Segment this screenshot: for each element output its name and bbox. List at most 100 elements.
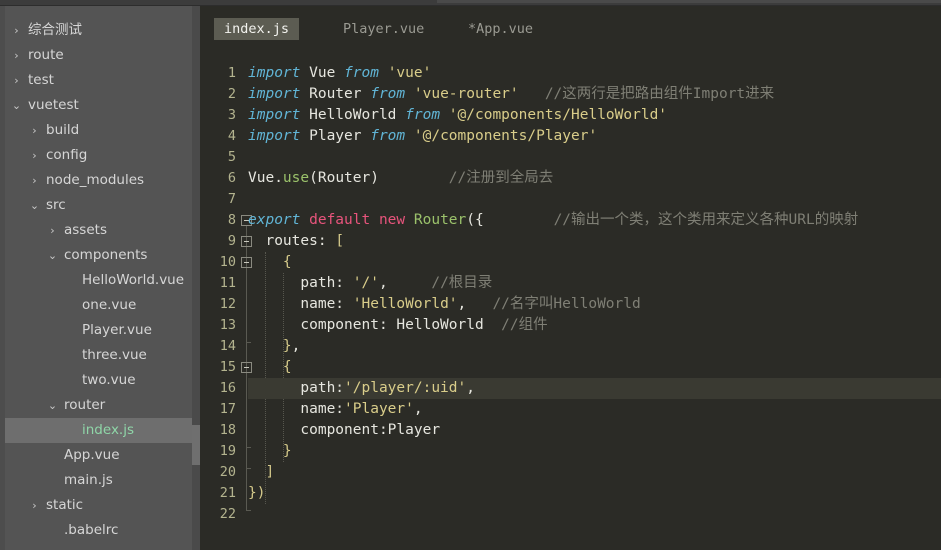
sidebar-scrollbar-thumb[interactable] bbox=[192, 425, 200, 465]
tree-item-route[interactable]: › route bbox=[0, 43, 200, 68]
chevron-right-icon[interactable]: › bbox=[46, 218, 59, 243]
code-line[interactable]: 11 path: '/', //根目录 bbox=[200, 273, 941, 294]
tree-item-label: router bbox=[64, 397, 106, 413]
tree-item-build[interactable]: › build bbox=[0, 118, 200, 143]
editor-tab-index.js[interactable]: index.js bbox=[214, 18, 300, 40]
chevron-down-icon[interactable]: ⌄ bbox=[46, 243, 59, 268]
editor-tab-App.vue[interactable]: *App.vue bbox=[458, 18, 543, 40]
code-token: routes: bbox=[248, 233, 336, 249]
tree-item-label: App.vue bbox=[64, 447, 120, 463]
chevron-right-icon[interactable]: › bbox=[28, 118, 41, 143]
chevron-down-icon[interactable]: ⌄ bbox=[28, 193, 41, 218]
tree-item-static[interactable]: › static bbox=[0, 493, 200, 518]
tree-item-three.vue[interactable]: three.vue bbox=[0, 343, 200, 368]
tree-item-label: main.js bbox=[64, 472, 113, 488]
code-line[interactable]: 22 bbox=[200, 504, 941, 525]
line-number: 19 bbox=[219, 443, 236, 459]
code-line[interactable]: 14 }, bbox=[200, 336, 941, 357]
code-token: //名字叫HelloWorld bbox=[466, 296, 641, 312]
line-number: 10 bbox=[219, 254, 236, 270]
editor-tab-bar: index.js Player.vue *App.vue bbox=[200, 6, 941, 48]
tree-item-two.vue[interactable]: two.vue bbox=[0, 368, 200, 393]
chevron-right-icon[interactable]: › bbox=[10, 43, 23, 68]
code-token: from bbox=[344, 65, 388, 81]
code-line[interactable]: 17 name:'Player', bbox=[200, 399, 941, 420]
tree-spacer-icon bbox=[64, 343, 77, 368]
tree-item-label: .babelrc bbox=[64, 522, 119, 538]
code-token: import bbox=[248, 86, 310, 102]
tree-item-label: node_modules bbox=[46, 172, 145, 188]
tree-item-Player.vue[interactable]: Player.vue bbox=[0, 318, 200, 343]
chevron-right-icon[interactable]: › bbox=[28, 168, 41, 193]
code-line[interactable]: 6 Vue.use(Router) //注册到全局去 bbox=[200, 168, 941, 189]
code-line[interactable]: 8 export default new Router({ //输出一个类，这个类… bbox=[200, 210, 941, 231]
tree-item-main.js[interactable]: main.js bbox=[0, 468, 200, 493]
sidebar-scrollbar-track[interactable] bbox=[192, 6, 200, 550]
chevron-right-icon[interactable]: › bbox=[28, 493, 41, 518]
chevron-right-icon[interactable]: › bbox=[28, 143, 41, 168]
tree-item-[interactable]: › 综合测试 bbox=[0, 18, 200, 43]
code-text-area[interactable]: 1 import Vue from 'vue' 2 import Router fro… bbox=[200, 48, 941, 550]
code-line[interactable]: 1 import Vue from 'vue' bbox=[200, 63, 941, 84]
code-line-text: Vue.use(Router) //注册到全局去 bbox=[248, 168, 553, 189]
tree-item-label: route bbox=[28, 47, 64, 63]
code-token: path: bbox=[248, 275, 353, 291]
tree-item-HelloWorld.vue[interactable]: HelloWorld.vue bbox=[0, 268, 200, 293]
editor-tab-Player.vue[interactable]: Player.vue bbox=[333, 18, 434, 40]
code-token: '/' bbox=[352, 275, 379, 291]
code-line[interactable]: 5 bbox=[200, 147, 941, 168]
code-line[interactable]: 10 { bbox=[200, 252, 941, 273]
tree-item-config[interactable]: › config bbox=[0, 143, 200, 168]
code-token: Router bbox=[309, 86, 371, 102]
code-line-text: { bbox=[248, 252, 292, 273]
tree-item-App.vue[interactable]: App.vue bbox=[0, 443, 200, 468]
tree-item-components[interactable]: ⌄ components bbox=[0, 243, 200, 268]
code-line[interactable]: 7 bbox=[200, 189, 941, 210]
code-line[interactable]: 18 component:Player bbox=[200, 420, 941, 441]
code-token: //组件 bbox=[483, 317, 548, 333]
code-line[interactable]: 2 import Router from 'vue-router' //这两行是把… bbox=[200, 84, 941, 105]
chevron-right-icon[interactable]: › bbox=[10, 18, 23, 43]
chevron-down-icon[interactable]: ⌄ bbox=[10, 93, 23, 118]
code-token: component: HelloWorld bbox=[248, 317, 484, 333]
tree-spacer-icon bbox=[64, 293, 77, 318]
code-token: [ bbox=[335, 233, 345, 249]
tree-item-router[interactable]: ⌄ router bbox=[0, 393, 200, 418]
tree-item-test[interactable]: › test bbox=[0, 68, 200, 93]
code-line[interactable]: 15 { bbox=[200, 357, 941, 378]
code-line[interactable]: 20 ] bbox=[200, 462, 941, 483]
tree-item-index.js[interactable]: index.js bbox=[0, 418, 200, 443]
code-line[interactable]: 19 } bbox=[200, 441, 941, 462]
code-line-text: export default new Router({ //输出一个类，这个类用… bbox=[248, 210, 858, 231]
code-line-text: }, bbox=[248, 336, 300, 357]
code-line-text: routes: [ bbox=[248, 231, 344, 252]
code-token: //注册到全局去 bbox=[378, 170, 554, 186]
code-line-text: name: 'HelloWorld', //名字叫HelloWorld bbox=[248, 294, 641, 315]
code-line[interactable]: 16 path:'/player/:uid', bbox=[200, 378, 941, 399]
line-number: 14 bbox=[219, 338, 236, 354]
code-line-text: import Router from 'vue-router' //这两行是把路… bbox=[248, 84, 774, 105]
tree-spacer-icon bbox=[46, 443, 59, 468]
tree-item-src[interactable]: ⌄ src bbox=[0, 193, 200, 218]
code-token: , bbox=[413, 401, 423, 417]
chevron-down-icon[interactable]: ⌄ bbox=[46, 393, 59, 418]
tree-item-one.vue[interactable]: one.vue bbox=[0, 293, 200, 318]
chevron-right-icon[interactable]: › bbox=[10, 68, 23, 93]
code-token: HelloWorld bbox=[309, 107, 406, 123]
tree-item-.babelrc[interactable]: .babelrc bbox=[0, 518, 200, 543]
code-line[interactable]: 12 name: 'HelloWorld', //名字叫HelloWorld bbox=[200, 294, 941, 315]
code-line[interactable]: 21}) bbox=[200, 483, 941, 504]
code-line-text: } bbox=[248, 441, 292, 462]
code-line[interactable]: 13 component: HelloWorld //组件 bbox=[200, 315, 941, 336]
code-line[interactable]: 9 routes: [ bbox=[200, 231, 941, 252]
tree-item-node_modules[interactable]: › node_modules bbox=[0, 168, 200, 193]
tree-item-assets[interactable]: › assets bbox=[0, 218, 200, 243]
tree-item-label: one.vue bbox=[82, 297, 137, 313]
line-number: 18 bbox=[219, 422, 236, 438]
code-token: Router bbox=[413, 212, 467, 228]
code-line[interactable]: 3 import HelloWorld from '@/components/He… bbox=[200, 105, 941, 126]
tree-item-vuetest[interactable]: ⌄ vuetest bbox=[0, 93, 200, 118]
code-line[interactable]: 4 import Player from '@/components/Player… bbox=[200, 126, 941, 147]
